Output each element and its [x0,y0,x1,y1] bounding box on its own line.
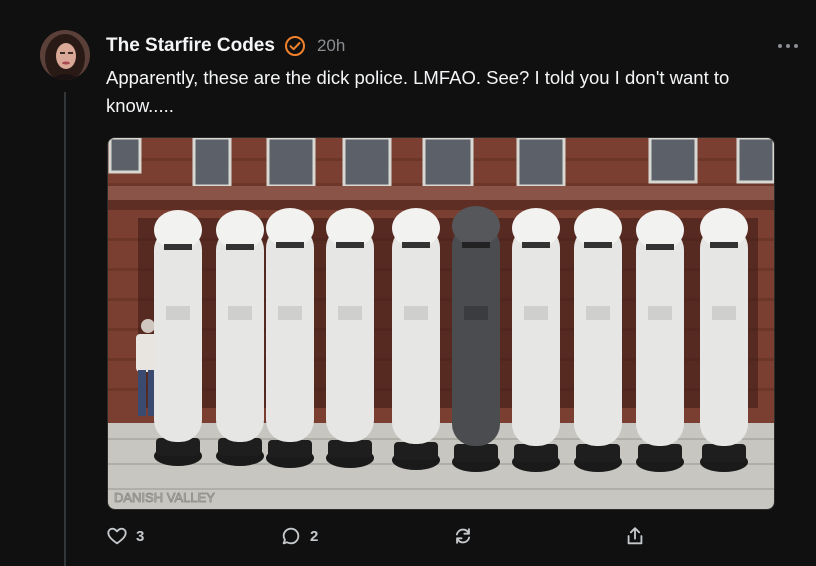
author-name[interactable]: The Starfire Codes [106,35,275,57]
like-count: 3 [136,527,145,545]
post-text: Apparently, these are the dick police. L… [106,67,730,116]
verified-badge-icon [284,35,306,57]
reply-button[interactable]: 2 [280,524,318,548]
post-timestamp[interactable]: 20h [317,36,345,56]
more-options-icon[interactable] [778,42,798,50]
repost-button[interactable] [452,524,474,548]
share-icon [624,525,646,547]
post-image[interactable]: DANISH VALLEY [107,137,775,510]
like-button[interactable]: 3 [106,524,144,548]
post-header: The Starfire Codes 20h [106,33,345,59]
heart-icon [106,525,128,547]
share-button[interactable] [624,524,646,548]
thread-line [64,92,66,566]
action-bar: 3 2 [106,524,666,548]
repost-icon [452,525,474,547]
comment-icon [280,525,302,547]
avatar[interactable] [40,30,90,80]
image-watermark: DANISH VALLEY [114,490,215,505]
reply-count: 2 [310,527,319,545]
